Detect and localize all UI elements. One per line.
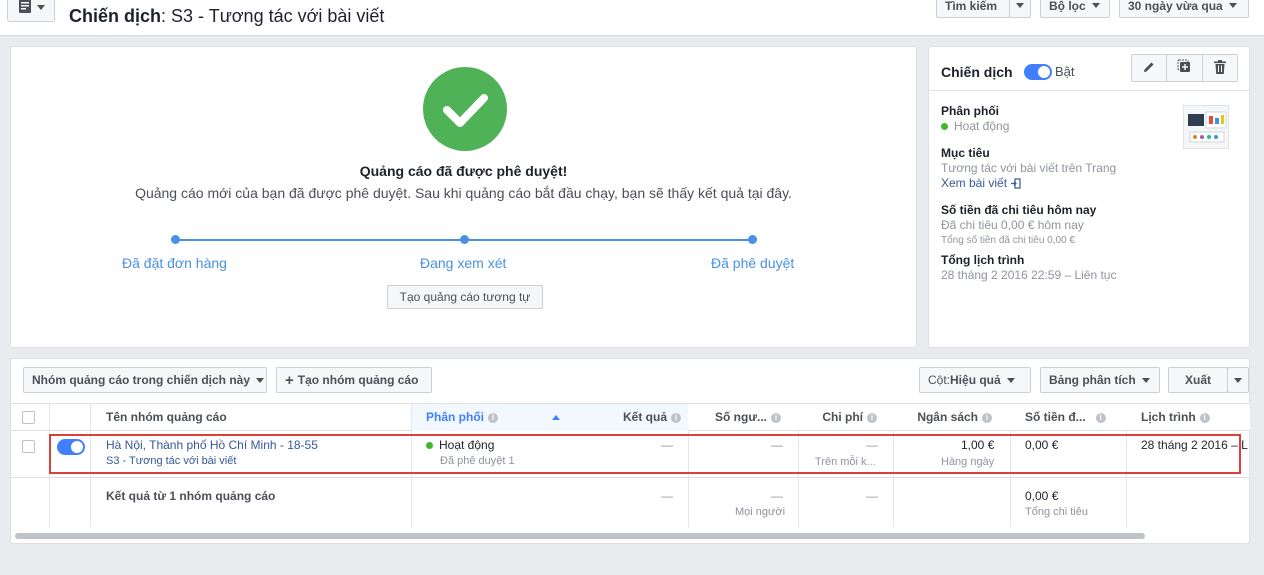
select-all-checkbox[interactable] [22,411,35,424]
checkmark-icon [423,67,507,151]
document-icon [17,0,33,17]
view-post-link[interactable]: Xem bài viết [941,176,1021,190]
edit-button[interactable] [1132,55,1168,81]
approval-panel: Quảng cáo đã được phê duyệt! Quảng cáo m… [10,46,917,348]
delete-button[interactable] [1203,55,1237,81]
chevron-down-icon [1141,377,1150,383]
pencil-icon [1142,60,1156,77]
row-checkbox[interactable] [22,440,35,453]
sort-asc-icon [552,415,560,420]
menu-button[interactable] [7,0,55,22]
approval-title: Quảng cáo đã được phê duyệt! [359,163,568,179]
breakdown-dropdown[interactable]: Bảng phân tích [1040,367,1160,393]
info-icon: i [867,412,877,423]
campaign-panel: Chiến dịch Bật Phân phối Hoạt động Mục t… [928,46,1250,348]
row-divider [11,477,1250,478]
duplicate-button[interactable] [1167,55,1203,81]
summary-cost: — [866,489,878,503]
export-button[interactable]: Xuất [1168,367,1228,393]
info-icon: i [488,412,498,423]
chevron-down-icon [37,5,45,10]
search-dropdown-button[interactable] [1009,0,1031,18]
columns-dropdown[interactable]: Cột: Hiệu quả [919,367,1031,393]
info-icon: i [1199,412,1210,423]
objective-label: Mục tiêu [941,146,990,160]
chevron-down-icon [1234,377,1242,383]
duplicate-icon [1177,59,1192,77]
campaign-toggle-label: Bật [1055,64,1075,79]
page-title: Chiến dịch: S3 - Tương tác với bài viết [69,6,385,26]
campaign-title: Chiến dịch [941,64,1013,80]
export-dropdown-button[interactable] [1227,367,1249,393]
summary-label: Kết quả từ 1 nhóm quảng cáo [106,489,276,503]
chevron-down-icon [1006,377,1015,383]
summary-spent: 0,00 € [1025,489,1059,503]
objective-value: Tương tác với bài viết trên Trang [941,161,1117,175]
summary-results: — [661,489,673,503]
trash-icon [1213,59,1226,77]
top-bar: Chiến dịch: S3 - Tương tác với bài viết … [0,0,1264,36]
progress-dot [748,235,757,244]
delivery-status: Hoạt động [941,119,1009,133]
create-similar-ad-button[interactable]: Tạo quảng cáo tương tự [387,285,543,309]
spend-total: Tổng số tiền đã chi tiêu 0,00 € [941,235,1075,246]
spend-today: Đã chi tiêu 0,00 € hôm nay [941,218,1084,232]
schedule-value: 28 tháng 2 2016 22:59 – Liên tục [941,268,1117,282]
col-results[interactable]: Kết quả i [611,404,681,431]
search-button[interactable]: Tìm kiếm [936,0,1010,18]
chevron-down-icon [256,377,265,383]
info-icon: i [671,412,681,423]
chevron-down-icon [1016,3,1024,8]
campaign-actions [1131,54,1238,82]
col-budget[interactable]: Ngân sách i [895,404,1008,431]
col-adset-name[interactable]: Tên nhóm quảng cáo [106,404,406,431]
table-header: Tên nhóm quảng cáo Phân phối i Kết quả i S… [11,403,1250,431]
col-reach[interactable]: Số ngư... i [691,404,789,431]
col-amount-spent[interactable]: Số tiền đ... i [1011,404,1125,431]
step-approved: Đã phê duyệt [711,255,795,271]
step-reviewing: Đang xem xét [420,255,507,271]
campaign-toggle[interactable] [1024,64,1052,80]
campaign-header: Chiến dịch Bật [929,47,1249,91]
spend-label: Số tiền đã chi tiêu hôm nay [941,203,1097,217]
schedule-label: Tổng lịch trình [941,253,1025,267]
summary-reach: — [771,489,783,503]
plus-icon: + [285,371,294,389]
external-link-icon [1010,176,1021,190]
filter-button[interactable]: Bộ lọc [1040,0,1110,18]
date-range-button[interactable]: 30 ngày vừa qua [1119,0,1249,18]
approval-subtitle: Quảng cáo mới của bạn đã được phê duyệt.… [135,185,792,201]
status-dot-icon [941,123,948,131]
row-highlight-box [49,434,1241,474]
step-ordered: Đã đặt đơn hàng [122,255,227,271]
delivery-label: Phân phối [941,104,999,118]
col-schedule[interactable]: Lịch trình i [1127,404,1250,431]
adsets-table-panel: Nhóm quảng cáo trong chiến dịch này + Tạo… [10,358,1250,544]
progress-dot [171,235,180,244]
horizontal-scrollbar[interactable] [15,533,1145,539]
progress-dot [460,235,469,244]
info-icon: i [771,412,782,423]
post-thumbnail[interactable] [1183,105,1229,149]
summary-spent-sub: Tổng chi tiêu [1025,506,1088,518]
create-adset-button[interactable]: + Tạo nhóm quảng cáo [276,367,432,393]
info-icon: i [1095,412,1106,423]
adsets-dropdown[interactable]: Nhóm quảng cáo trong chiến dịch này [23,367,267,393]
chevron-down-icon [1228,3,1237,8]
col-cost[interactable]: Chi phí i [799,404,893,431]
summary-reach-sub: Mọi người [735,506,786,518]
info-icon: i [982,412,992,423]
chevron-down-icon [1091,3,1100,8]
